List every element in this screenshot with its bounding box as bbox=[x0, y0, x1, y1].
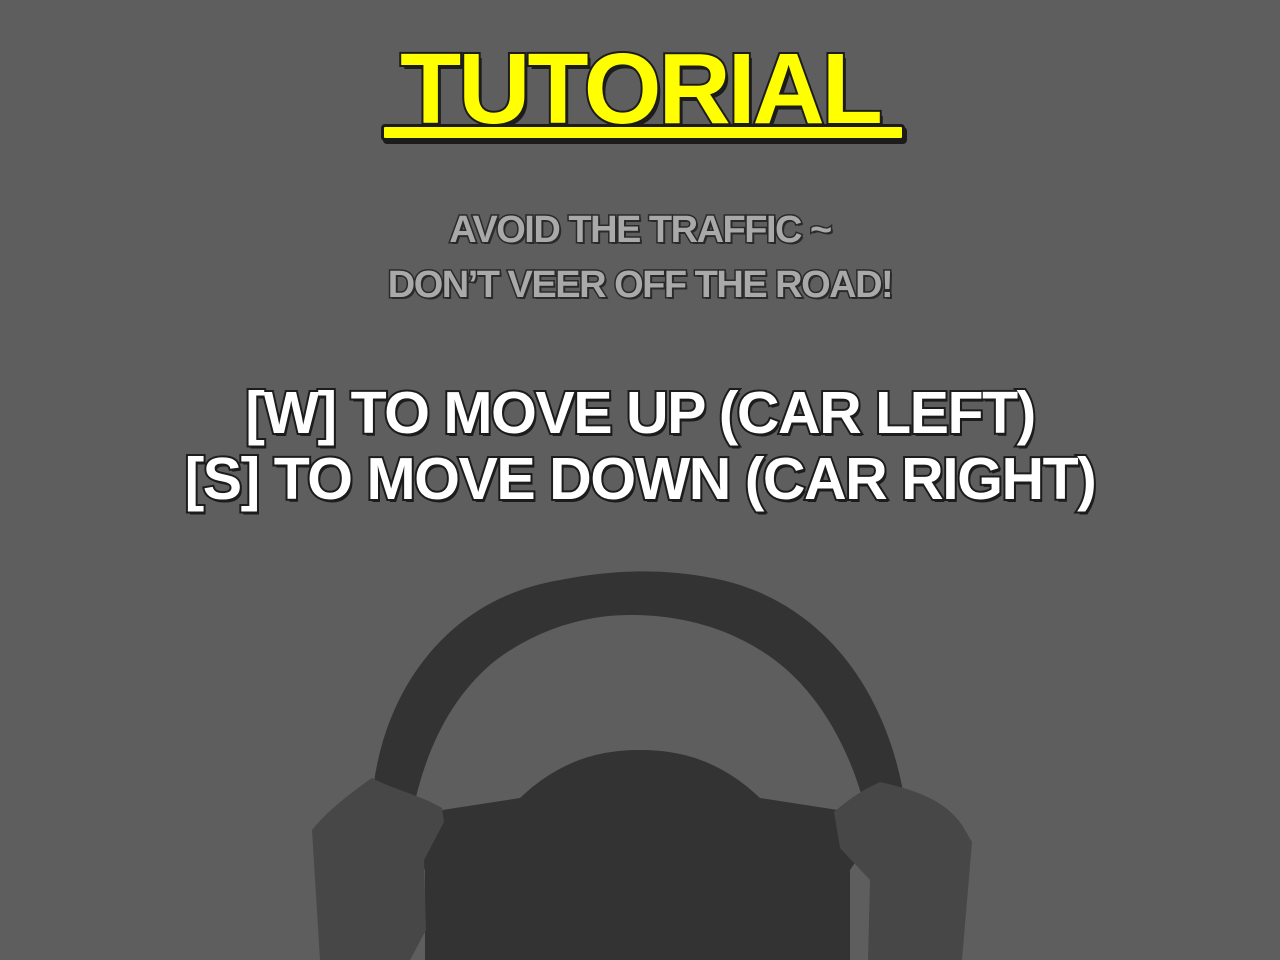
tutorial-screen: TUTORIAL AVOID THE TRAFFIC ~ DON’T VEER … bbox=[0, 0, 1280, 960]
steering-wheel-icon bbox=[372, 571, 906, 960]
left-hand-icon bbox=[312, 778, 444, 960]
right-hand-icon bbox=[834, 782, 972, 960]
steering-wheel-illustration bbox=[312, 571, 972, 960]
